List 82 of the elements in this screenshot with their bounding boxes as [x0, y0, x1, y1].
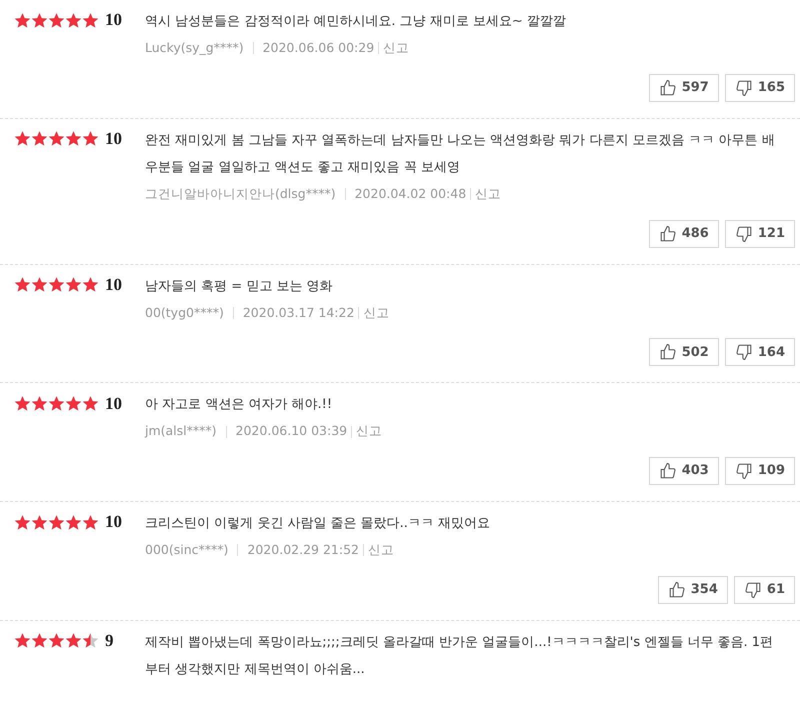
star-icon — [65, 394, 82, 412]
post-date: 2020.03.17 14:22 — [242, 304, 354, 322]
dislike-count: 165 — [758, 79, 785, 97]
post-date: 2020.02.29 21:52 — [247, 541, 359, 559]
post-date: 2020.06.06 00:29 — [262, 39, 374, 57]
dislike-count: 121 — [758, 224, 785, 243]
review-text: 제작비 뽑아냈는데 폭망이라뇨;;;;크레딧 올라갈때 반가운 얼굴들이...!ㅋㅋㅋㅋ찰리's 엔젤들 너무 좋음. 1편부터 생각했지만 제목번역이 아쉬움... — [145, 634, 774, 679]
star-icon — [48, 514, 65, 530]
dislike-button[interactable]: 164 — [724, 338, 795, 366]
rating-score: 10 — [105, 128, 122, 150]
review-text: 남자들의 혹평 = 믿고 보는 영화 — [145, 278, 334, 296]
like-count: 354 — [690, 581, 718, 599]
thumbs-down-icon — [734, 78, 753, 97]
review-text: 크리스틴이 이렇게 웃긴 사람일 줄은 몰랐다..ㅋㅋ 재밌어요 — [145, 515, 492, 533]
post-date: 2020.04.02 00:48 — [354, 184, 466, 203]
thumbs-up-icon — [668, 580, 686, 599]
post-date: 2020.06.10 03:39 — [236, 422, 348, 440]
star-icon — [65, 12, 82, 28]
star-icon — [82, 514, 99, 530]
like-count: 597 — [682, 79, 709, 97]
dislike-count: 164 — [758, 344, 785, 362]
thumbs-up-icon — [658, 462, 677, 480]
author-name: 000(sinc****) — [145, 541, 228, 559]
like-button[interactable]: 354 — [658, 576, 728, 604]
author-name: 00(tyg0****) — [145, 304, 224, 322]
review-text: 역시 남성분들은 감정적이라 예민하시네요. 그냥 재미로 보세요~ 깔깔깔 — [145, 13, 567, 31]
star-icon — [65, 632, 82, 650]
star-icon — [31, 632, 48, 650]
like-count: 502 — [682, 344, 709, 362]
star-icon — [31, 12, 48, 28]
star-icon — [82, 394, 99, 412]
star-icon — [82, 130, 99, 148]
rating-score: 10 — [105, 274, 122, 296]
thumbs-down-icon — [734, 462, 753, 480]
author-name: jm(alsl****) — [145, 422, 217, 440]
rating-score: 9 — [105, 630, 114, 652]
star-icon — [31, 514, 48, 530]
star-icon — [82, 632, 99, 650]
rating-score: 10 — [105, 511, 122, 534]
star-icon — [65, 514, 82, 530]
dislike-button[interactable]: 109 — [724, 457, 795, 485]
like-button[interactable]: 597 — [648, 74, 719, 102]
author-name: 그건니알바아니지안나(dlsg****) — [145, 184, 336, 203]
star-icon — [48, 12, 65, 28]
dislike-button[interactable]: 165 — [724, 74, 795, 102]
star-icon — [48, 394, 65, 412]
rating-score: 10 — [105, 9, 122, 32]
review-text: 아 자고로 액션은 여자가 해야.!! — [145, 396, 334, 414]
thumbs-down-icon — [744, 580, 762, 599]
star-icon — [31, 276, 48, 293]
star-icon — [31, 130, 48, 148]
star-icon — [14, 514, 31, 530]
author-name: Lucky(sy_g****) — [145, 39, 244, 57]
dislike-count: 109 — [758, 462, 785, 480]
like-count: 486 — [682, 224, 709, 243]
star-icon — [31, 394, 48, 412]
star-icon — [14, 276, 31, 293]
thumbs-down-icon — [734, 343, 753, 362]
like-button[interactable]: 502 — [648, 338, 719, 366]
like-button[interactable]: 486 — [648, 220, 719, 248]
like-count: 403 — [682, 462, 709, 480]
rating-score: 10 — [105, 392, 122, 414]
thumbs-up-icon — [658, 343, 677, 362]
review-text: 완전 재미있게 봄 그남들 자꾸 열폭하는데 남자들만 나오는 액션영화랑 뭐가 다른지 모르겠음 ㅋㅋ 아무튼 배우분들 얼굴 열일하고 액션도 좋고 재미있음 꼭 보세영 — [145, 132, 776, 177]
dislike-button[interactable]: 61 — [734, 576, 795, 604]
star-icon — [48, 130, 65, 148]
star-icon — [14, 12, 31, 28]
thumbs-down-icon — [734, 224, 753, 242]
like-button[interactable]: 403 — [648, 457, 719, 485]
star-icon — [14, 394, 31, 412]
star-icon — [48, 632, 65, 650]
star-icon — [82, 12, 99, 28]
thumbs-up-icon — [658, 224, 677, 242]
star-icon — [48, 276, 65, 293]
thumbs-up-icon — [658, 78, 677, 97]
star-icon — [14, 130, 31, 148]
star-icon — [65, 130, 82, 148]
star-icon — [14, 632, 31, 650]
star-icon — [65, 276, 82, 293]
star-icon — [82, 276, 99, 293]
dislike-count: 61 — [766, 581, 785, 599]
dislike-button[interactable]: 121 — [724, 220, 795, 248]
